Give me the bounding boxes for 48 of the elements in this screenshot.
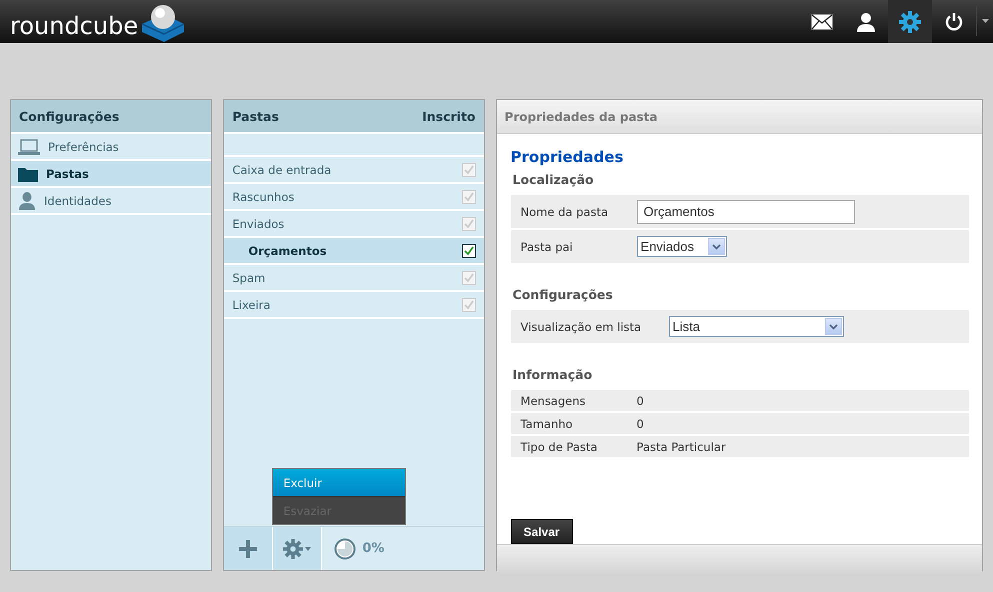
- section-title: Localização: [512, 172, 594, 187]
- options-button[interactable]: [273, 527, 322, 570]
- chevron-icon: [828, 324, 838, 330]
- logo-text: roundcube: [10, 10, 138, 40]
- person-icon: [18, 192, 36, 210]
- field-label: Nome da pasta: [520, 204, 609, 218]
- quota-text: 0%: [362, 541, 384, 556]
- folder-name: Orçamentos: [248, 244, 327, 258]
- folder-icon: [18, 166, 38, 182]
- folder-name: Spam: [232, 270, 266, 284]
- power-icon: [944, 12, 964, 32]
- field-label: Visualização em lista: [520, 320, 642, 334]
- field-label: Mensagens: [520, 394, 587, 408]
- laptop-icon: [18, 138, 40, 154]
- caret-icon[interactable]: [982, 19, 988, 23]
- dropdown[interactable]: Enviados: [636, 236, 727, 257]
- settings-item[interactable]: Pastas: [11, 161, 212, 188]
- settings-icon: [899, 10, 921, 32]
- caret-icon: [305, 546, 312, 550]
- field-label: Tipo de Pasta: [520, 440, 598, 454]
- dropdown[interactable]: Lista: [668, 316, 844, 337]
- panel-title: Configurações: [19, 108, 120, 124]
- field-label: Tamanho: [520, 416, 574, 430]
- section-title: Informação: [512, 367, 592, 382]
- field-label: Pasta pai: [520, 240, 574, 254]
- add-button[interactable]: [224, 527, 274, 570]
- save-button[interactable]: Salvar: [510, 519, 573, 544]
- settings-item[interactable]: Identidades: [11, 188, 212, 215]
- person-icon: [856, 12, 876, 32]
- field-value: 0: [636, 394, 644, 408]
- form-title: Propriedades: [510, 148, 624, 166]
- plus-icon: [239, 540, 258, 558]
- field-value: 0: [636, 416, 644, 430]
- folder-name: Caixa de entrada: [232, 162, 332, 176]
- column-title: Inscrito: [422, 108, 476, 124]
- folder-name: Enviados: [232, 216, 284, 230]
- folder-name: Rascunhos: [232, 190, 294, 204]
- chevron-icon: [712, 244, 721, 250]
- panel-title: Propriedades da pasta: [504, 110, 658, 124]
- section-title: Configurações: [512, 287, 613, 302]
- panel-title: Pastas: [232, 108, 279, 124]
- quota-pie-icon: [334, 538, 356, 560]
- input-field[interactable]: Orçamentos: [636, 200, 855, 224]
- gear-icon: [283, 538, 304, 558]
- menu-item[interactable]: Excluir: [273, 469, 406, 497]
- mail-icon: [811, 14, 833, 30]
- folder-name: Lixeira: [232, 298, 270, 312]
- field-value: Pasta Particular: [636, 440, 726, 454]
